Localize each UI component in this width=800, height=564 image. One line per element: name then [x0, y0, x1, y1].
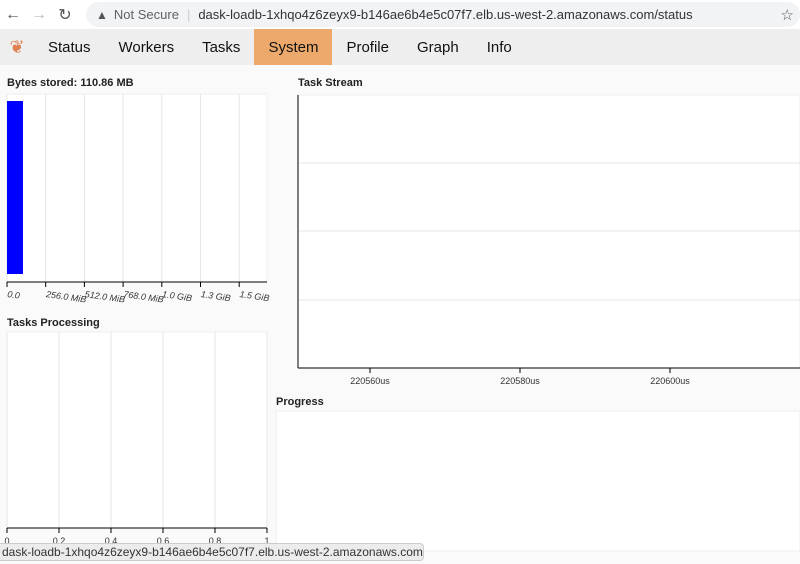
tick-label: 1.3 GiB [200, 289, 231, 303]
bytes-bar [7, 101, 23, 274]
tick-label: 512.0 MiB [84, 289, 126, 305]
tasks-processing-plot [6, 331, 268, 529]
charts-canvas: 0.0 256.0 MiB512.0 MiB768.0 MiB1.0 GiB 1.3… [4, 93, 800, 552]
tick-label: 1.5 GiB [239, 289, 270, 303]
tick-label: 768.0 MiB [123, 289, 165, 305]
tick-label: 220600us [650, 376, 690, 386]
tick-label: 220580us [500, 376, 540, 386]
tick-label: 1.0 GiB [162, 289, 193, 303]
tick-label: 220560us [350, 376, 390, 386]
tick-label: 256.0 MiB [44, 289, 87, 305]
tick-label: 0.0 [7, 289, 21, 301]
progress-plot [275, 410, 800, 552]
status-bar-url: dask-loadb-1xhqo4z6zeyx9-b146ae6b4e5c07f… [0, 543, 424, 561]
